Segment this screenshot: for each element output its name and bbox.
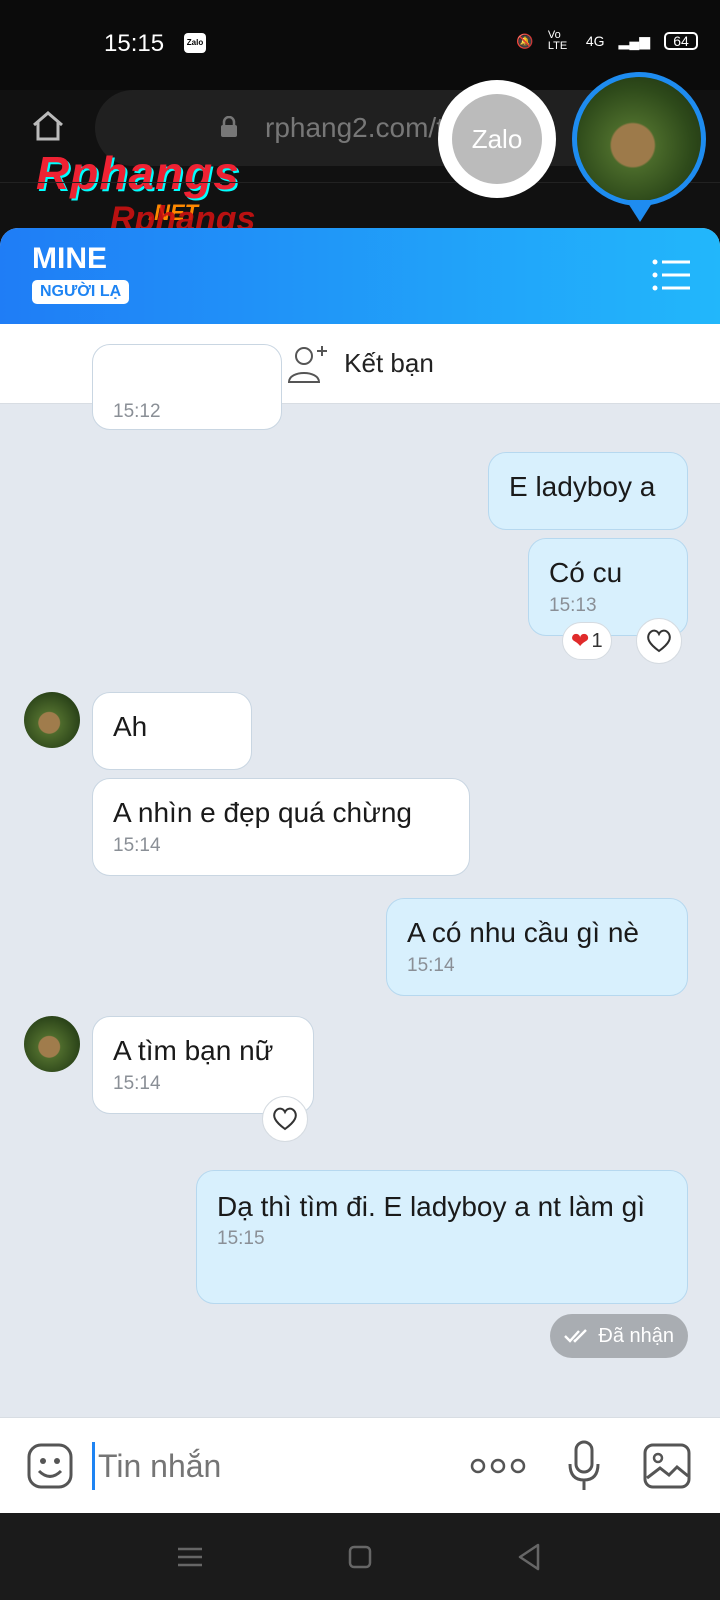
- message-bubble[interactable]: Dạ thì tìm đi. E ladyboy a nt làm gì 15:…: [196, 1170, 688, 1304]
- react-heart-button[interactable]: [636, 618, 682, 664]
- message-composer: [0, 1417, 720, 1513]
- message-time: 15:15: [217, 1228, 265, 1249]
- volte-icon: Vo LTE: [547, 29, 568, 52]
- message-text: Ah: [113, 711, 148, 742]
- mic-icon[interactable]: [566, 1440, 602, 1492]
- heart-icon: [273, 1107, 297, 1131]
- contact-avatar[interactable]: [24, 1016, 80, 1072]
- message-text: Có cu: [549, 557, 623, 588]
- status-time: 15:15: [104, 30, 165, 57]
- back-icon[interactable]: [512, 1539, 548, 1575]
- red-heart-icon: ❤: [571, 628, 590, 653]
- contact-name[interactable]: MINE: [32, 242, 107, 276]
- system-navigation-bar: [0, 1513, 720, 1600]
- message-time: 15:13: [549, 595, 597, 616]
- double-check-icon: [564, 1329, 588, 1343]
- zalo-chat-head[interactable]: Zalo: [438, 80, 556, 198]
- signal-icon: ▂▄▆: [618, 32, 650, 49]
- battery-icon: 64: [664, 32, 698, 50]
- emoji-icon[interactable]: [26, 1442, 74, 1490]
- mute-icon: 🔕: [516, 32, 534, 49]
- stranger-badge: NGƯỜI LẠ: [32, 280, 130, 304]
- chat-panel: MINE NGƯỜI LẠ Kết bạn 15:12 E ladyboy a …: [0, 228, 720, 1513]
- message-list[interactable]: 15:12 E ladyboy a Có cu 15:13 ❤ 1 Ah A n…: [0, 344, 720, 1404]
- reaction-number: 1: [591, 629, 603, 652]
- reaction-count[interactable]: ❤ 1: [562, 622, 612, 660]
- system-icons: 🔕 Vo LTE 4G ▂▄▆ 64: [516, 30, 698, 52]
- react-heart-button[interactable]: [262, 1096, 308, 1142]
- home-nav-icon[interactable]: [342, 1539, 378, 1575]
- message-time: 15:14: [407, 955, 455, 976]
- chat-head-pointer: [626, 200, 654, 222]
- message-input[interactable]: [92, 1438, 452, 1494]
- image-icon[interactable]: [642, 1442, 692, 1490]
- message-bubble[interactable]: A nhìn e đẹp quá chừng 15:14: [92, 778, 470, 876]
- message-text: A có nhu cầu gì nè: [407, 917, 639, 948]
- message-text: E ladyboy a: [509, 471, 656, 502]
- recents-icon[interactable]: [172, 1539, 208, 1575]
- home-icon[interactable]: [30, 108, 66, 144]
- chat-header: MINE NGƯỜI LẠ: [0, 228, 720, 324]
- message-bubble[interactable]: A có nhu cầu gì nè 15:14: [386, 898, 688, 996]
- lock-icon: [221, 116, 237, 137]
- delivery-status-label: Đã nhận: [598, 1324, 674, 1347]
- zalo-logo: Zalo: [452, 94, 542, 184]
- more-icon[interactable]: [470, 1456, 526, 1476]
- zalo-notification-icon: Zalo: [184, 33, 206, 53]
- network-type: 4G: [585, 33, 605, 49]
- delivery-status: Đã nhận: [550, 1314, 688, 1358]
- message-time: 15:14: [113, 1073, 161, 1094]
- contact-chat-head-avatar[interactable]: [572, 72, 706, 206]
- menu-icon[interactable]: [652, 258, 692, 292]
- add-friend-label: Kết bạn: [344, 348, 434, 378]
- message-text: A nhìn e đẹp quá chừng: [113, 797, 412, 828]
- contact-avatar[interactable]: [24, 692, 80, 748]
- heart-icon: [647, 629, 671, 653]
- message-time: 15:12: [113, 401, 161, 422]
- add-friend-icon: [288, 345, 328, 383]
- message-bubble[interactable]: 15:12: [92, 344, 282, 430]
- message-text: A tìm bạn nữ: [113, 1035, 274, 1066]
- message-bubble[interactable]: Ah: [92, 692, 252, 770]
- message-time: 15:14: [113, 835, 161, 856]
- message-text: Dạ thì tìm đi. E ladyboy a nt làm gì: [217, 1191, 645, 1222]
- message-bubble[interactable]: E ladyboy a: [488, 452, 688, 530]
